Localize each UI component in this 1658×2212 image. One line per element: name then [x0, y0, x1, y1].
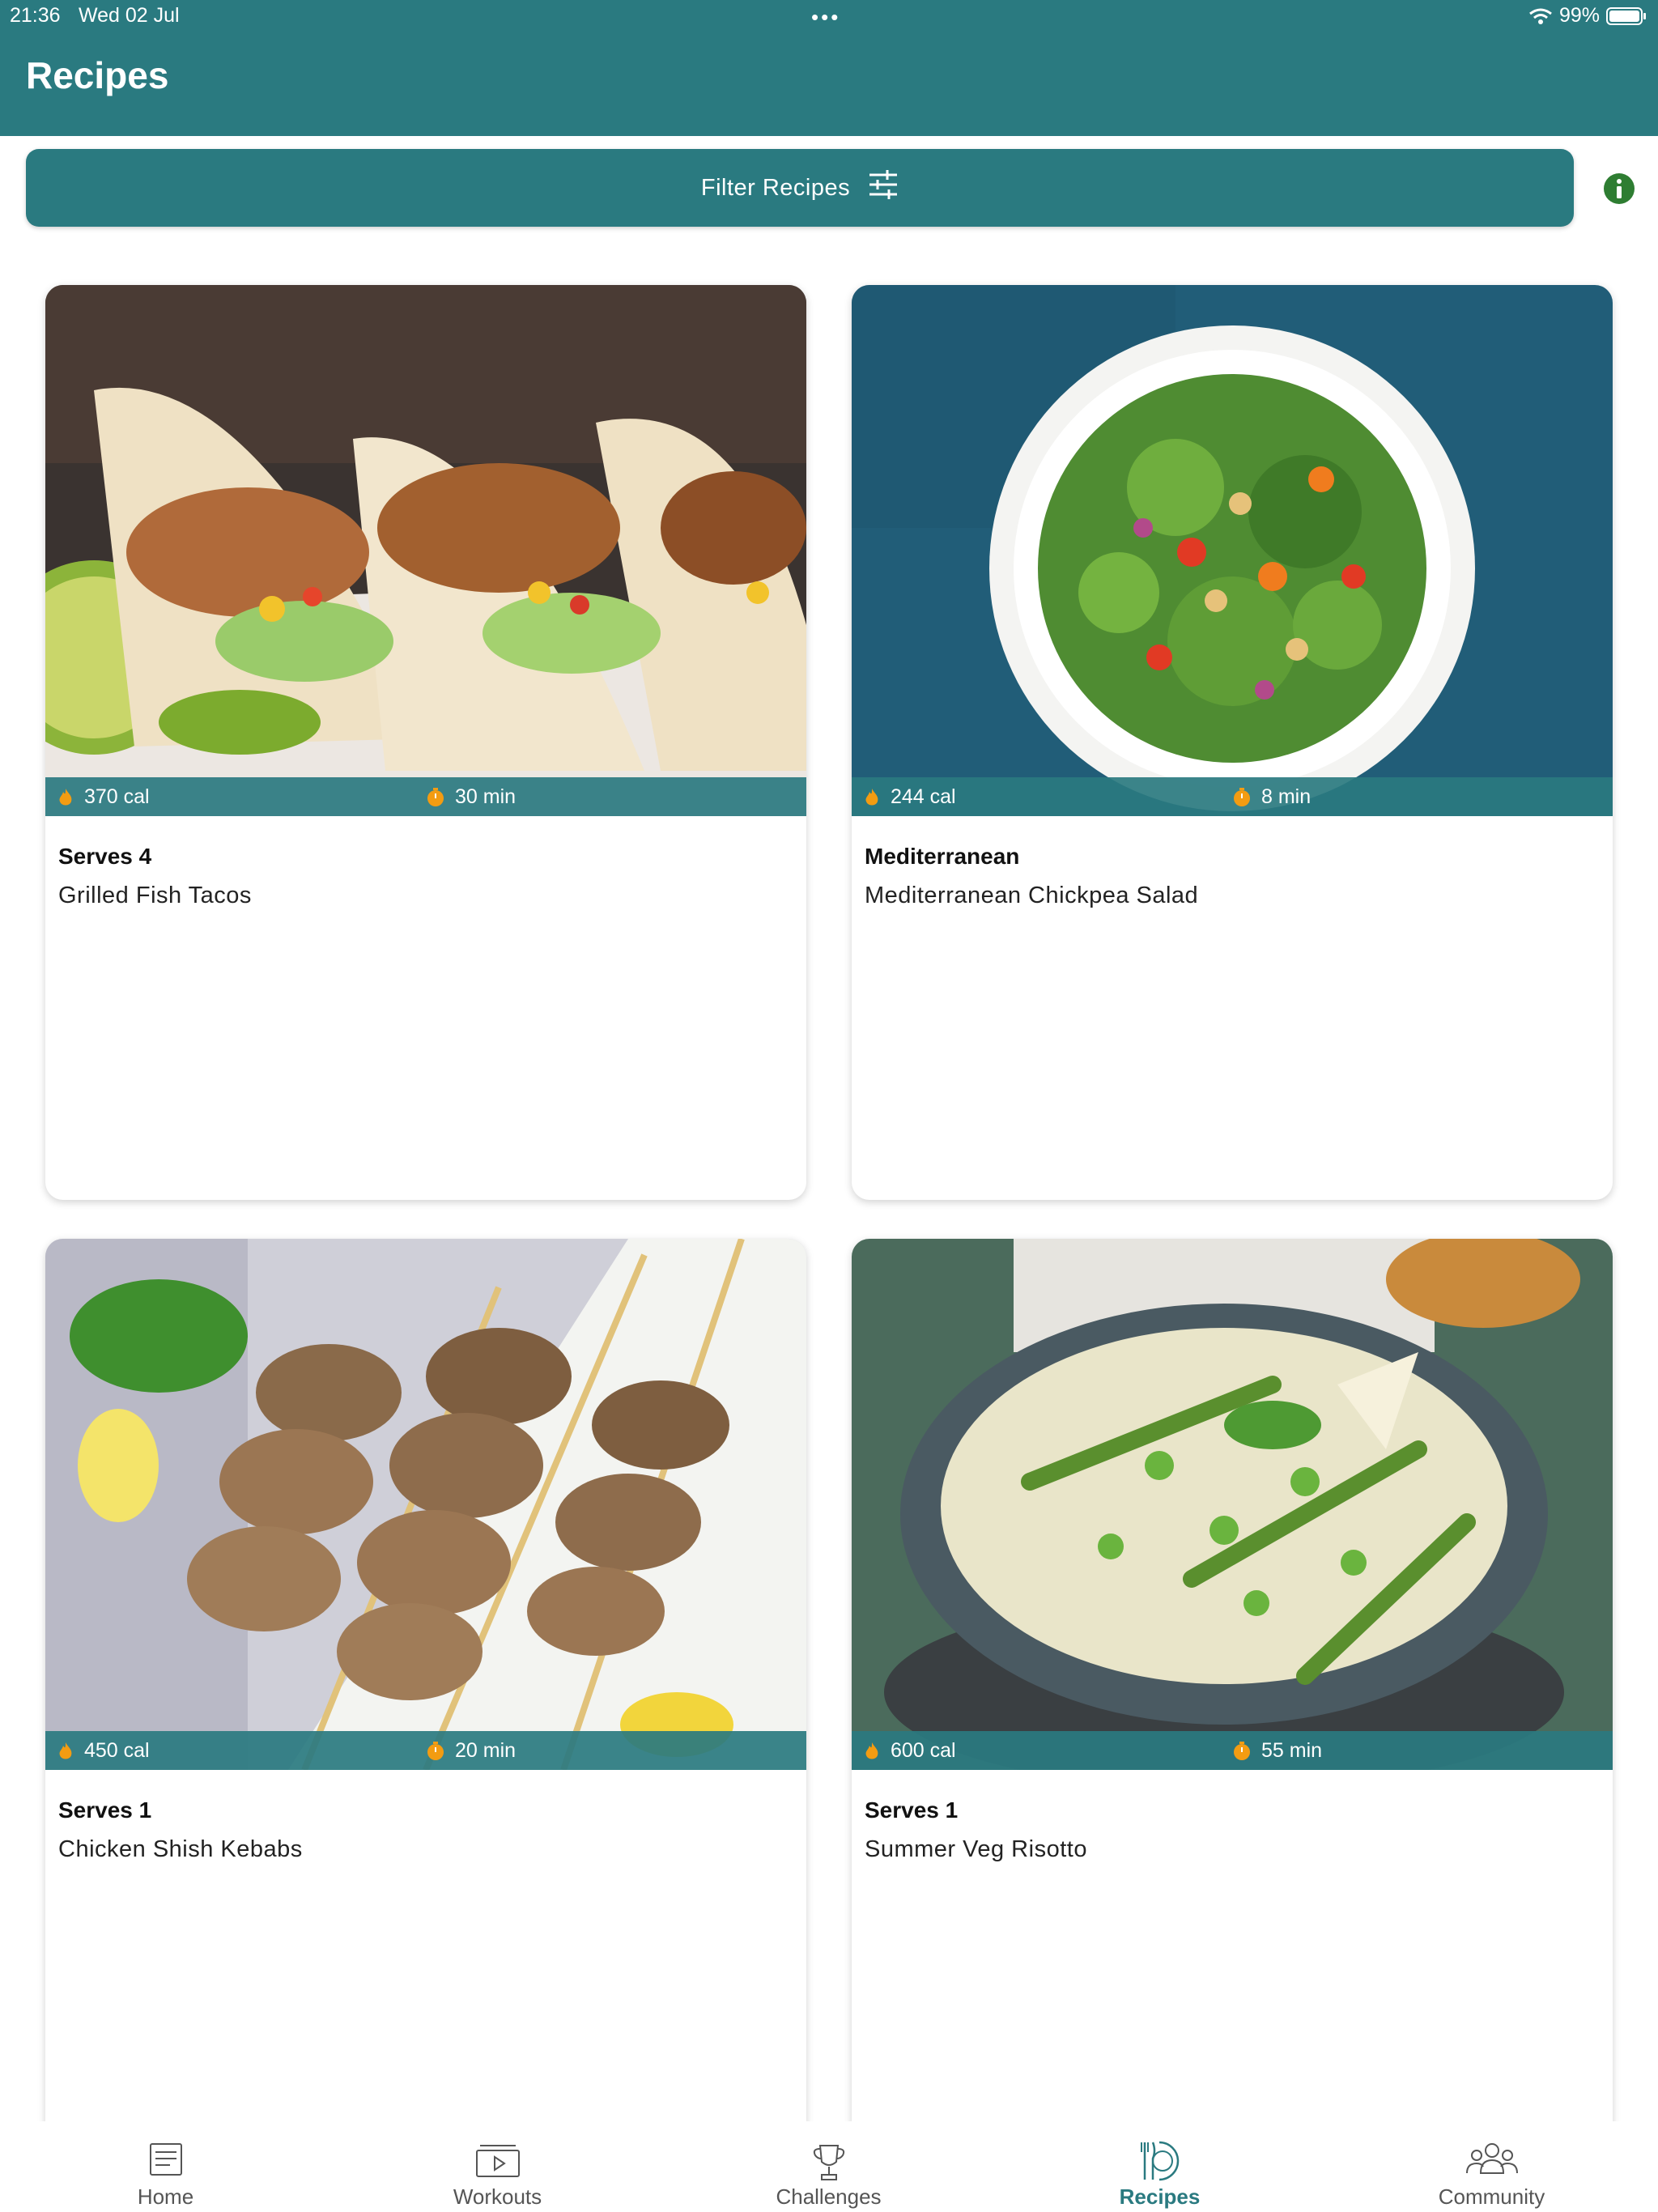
tab-recipes[interactable]: Recipes	[994, 2121, 1325, 2212]
community-icon	[1465, 2139, 1519, 2180]
recipe-name: Mediterranean Chickpea Salad	[865, 883, 1199, 908]
wifi-icon	[1528, 7, 1553, 25]
flame-icon	[863, 1742, 881, 1761]
calories-text: 450 cal	[84, 1739, 150, 1762]
sliders-icon	[868, 169, 899, 206]
timer-icon	[1232, 1741, 1252, 1761]
recipe-meta-bar: 450 cal 20 min	[45, 1731, 806, 1770]
app-header: 21:36 Wed 02 Jul ••• 99% Recipes	[0, 0, 1658, 136]
status-time: 21:36	[10, 4, 61, 27]
status-right: 99%	[1528, 4, 1647, 28]
tab-label: Recipes	[1119, 2184, 1201, 2209]
recipe-serves: Serves 4	[58, 844, 152, 869]
flame-icon	[57, 1742, 74, 1761]
recipes-icon	[1138, 2139, 1182, 2181]
home-icon	[146, 2139, 186, 2180]
info-icon[interactable]	[1603, 172, 1635, 205]
recipe-serves: Serves 1	[865, 1797, 959, 1823]
tab-label: Community	[1438, 2184, 1545, 2209]
flame-icon	[57, 788, 74, 807]
page-title: Recipes	[26, 54, 169, 96]
recipe-card[interactable]: 600 cal 55 min Serves 1 Summer Veg Risot…	[852, 1239, 1613, 2146]
calories-text: 244 cal	[891, 785, 956, 808]
time-text: 20 min	[455, 1739, 517, 1762]
tab-label: Workouts	[453, 2184, 542, 2209]
recipe-serves: Serves 1	[58, 1797, 152, 1823]
calories-text: 600 cal	[891, 1739, 956, 1762]
tab-workouts[interactable]: Workouts	[332, 2121, 663, 2212]
status-date: Wed 02 Jul	[79, 4, 180, 27]
recipe-meta-bar: 600 cal 55 min	[852, 1731, 1613, 1770]
recipe-card[interactable]: 370 cal 30 min Serves 4 Grilled Fish Tac…	[45, 285, 806, 1200]
recipe-serves: Mediterranean	[865, 844, 1020, 869]
time-text: 55 min	[1261, 1739, 1323, 1762]
flame-icon	[863, 788, 881, 807]
recipe-meta-bar: 244 cal 8 min	[852, 777, 1613, 816]
timer-icon	[426, 787, 445, 807]
battery-percent: 99%	[1558, 4, 1600, 27]
filter-label: Filter Recipes	[700, 174, 851, 201]
filter-recipes-button[interactable]: Filter Recipes	[26, 149, 1574, 227]
workouts-icon	[475, 2139, 521, 2180]
recipe-card[interactable]: 244 cal 8 min Mediterranean Mediterranea…	[852, 285, 1613, 1200]
recipe-name: Chicken Shish Kebabs	[58, 1836, 303, 1862]
tab-community[interactable]: Community	[1326, 2121, 1657, 2212]
bottom-tab-bar: Home Workouts Challenges Recipes Communi…	[0, 2121, 1658, 2212]
timer-icon	[426, 1741, 445, 1761]
recipe-image: 370 cal 30 min	[45, 285, 806, 816]
tab-home[interactable]: Home	[0, 2121, 331, 2212]
multitasking-dots-icon[interactable]: •••	[811, 5, 840, 30]
status-bar: 21:36 Wed 02 Jul ••• 99%	[0, 0, 1658, 32]
tab-challenges[interactable]: Challenges	[663, 2121, 994, 2212]
timer-icon	[1232, 787, 1252, 807]
recipe-name: Grilled Fish Tacos	[58, 883, 252, 908]
time-text: 8 min	[1261, 785, 1312, 808]
recipe-image: 600 cal 55 min	[852, 1239, 1613, 1770]
recipe-card[interactable]: 450 cal 20 min Serves 1 Chicken Shish Ke…	[45, 1239, 806, 2146]
recipe-name: Summer Veg Risotto	[865, 1836, 1087, 1862]
tab-label: Challenges	[776, 2184, 882, 2209]
calories-text: 370 cal	[84, 785, 150, 808]
tab-label: Home	[137, 2184, 194, 2209]
time-text: 30 min	[455, 785, 517, 808]
recipe-image: 244 cal 8 min	[852, 285, 1613, 816]
recipe-image: 450 cal 20 min	[45, 1239, 806, 1770]
recipe-meta-bar: 370 cal 30 min	[45, 777, 806, 816]
trophy-icon	[809, 2139, 849, 2180]
battery-icon	[1606, 6, 1647, 26]
